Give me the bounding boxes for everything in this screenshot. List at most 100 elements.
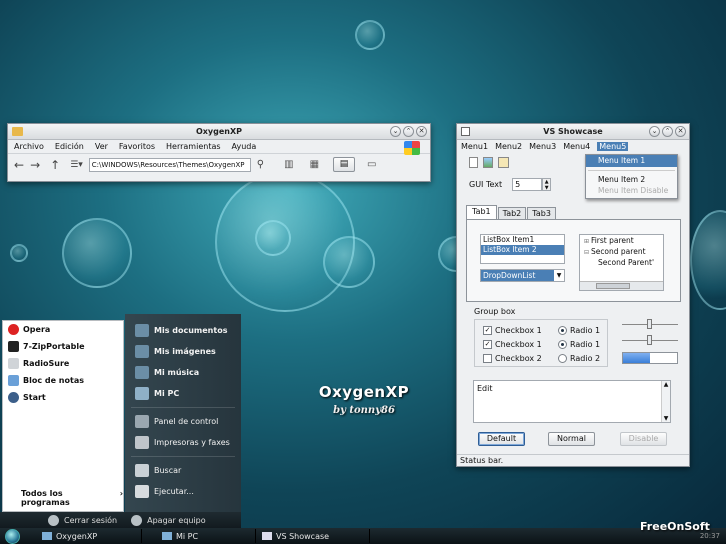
place-impresoras[interactable]: Impresoras y faxes — [125, 432, 241, 453]
checkbox-unchecked[interactable] — [483, 353, 492, 363]
tree-node[interactable]: ⊞ First parent — [580, 235, 663, 246]
textarea-scrollbar[interactable]: ▲ ▼ — [661, 381, 670, 422]
scroll-up-icon[interactable]: ▲ — [662, 381, 670, 388]
place-ejecutar[interactable]: Ejecutar... — [125, 481, 241, 502]
views-icon[interactable]: ☰▾ — [70, 160, 83, 170]
radio-row[interactable]: Radio 2 — [558, 351, 600, 365]
back-icon[interactable]: ← — [14, 158, 24, 172]
tree-scrollbar[interactable] — [580, 281, 663, 290]
task-mi-pc[interactable]: Mi PC — [142, 529, 256, 543]
spinner-arrows-icon[interactable]: ▲ ▼ — [542, 178, 552, 191]
expand-icon[interactable]: ⊞ — [584, 238, 591, 245]
menu2[interactable]: Menu2 — [495, 142, 522, 151]
menu-item-2[interactable]: Menu Item 2 — [586, 174, 677, 185]
up-icon[interactable]: ↑ — [50, 158, 60, 172]
task-oxygenxp[interactable]: OxygenXP — [36, 529, 142, 543]
listbox-item-1[interactable]: ListBox Item1 — [481, 235, 564, 245]
menu-favoritos[interactable]: Favoritos — [119, 142, 155, 151]
menu-item-1[interactable]: Menu Item 1 — [586, 155, 677, 167]
list-view-icon[interactable]: ▭ — [367, 159, 376, 170]
scroll-thumb[interactable] — [596, 283, 630, 289]
forward-icon[interactable]: → — [30, 158, 40, 172]
radio-unselected[interactable] — [558, 353, 567, 363]
dropdown-list[interactable]: DropDownList ▼ — [480, 269, 565, 282]
address-bar[interactable]: C:\WINDOWS\Resources\Themes\OxygenXP — [88, 157, 251, 172]
tab-3[interactable]: Tab3 — [527, 207, 556, 219]
chevron-down-icon[interactable]: ▼ — [554, 270, 564, 281]
menu3[interactable]: Menu3 — [529, 142, 556, 151]
tree-node[interactable]: Second Parent' — [580, 257, 663, 268]
all-programs-button[interactable]: Todos los programas › — [21, 489, 123, 507]
checkbox-row[interactable]: ✓ Checkbox 1 — [483, 337, 542, 351]
checkbox-row[interactable]: ✓ Checkbox 1 — [483, 323, 542, 337]
radio-selected[interactable] — [558, 325, 567, 335]
slider-thumb[interactable] — [647, 319, 652, 329]
place-mis-imagenes[interactable]: Mis imágenes — [125, 341, 241, 362]
program-opera[interactable]: Opera — [3, 321, 123, 338]
menu-edicion[interactable]: Edición — [55, 142, 84, 151]
new-file-icon[interactable] — [469, 157, 478, 168]
maximize-icon[interactable]: ⌃ — [662, 126, 673, 137]
menu4[interactable]: Menu4 — [563, 142, 590, 151]
slider-2[interactable] — [622, 335, 678, 345]
slider-1[interactable] — [622, 319, 678, 329]
radio-selected[interactable] — [558, 339, 567, 349]
place-mi-pc[interactable]: Mi PC — [125, 383, 241, 404]
start-orb-icon[interactable] — [5, 528, 20, 544]
showcase-titlebar[interactable]: VS Showcase ⌄ ⌃ ✕ — [457, 124, 689, 140]
place-label: Mi música — [154, 368, 200, 377]
place-mis-documentos[interactable]: Mis documentos — [125, 320, 241, 341]
place-buscar[interactable]: Buscar — [125, 460, 241, 481]
menu-ayuda[interactable]: Ayuda — [232, 142, 257, 151]
treeview[interactable]: ⊞ First parent ⊟ Second parent Second Pa… — [579, 234, 664, 291]
listbox-item-2[interactable]: ListBox Item 2 — [481, 245, 564, 255]
details-view-icon[interactable]: ▤ — [333, 157, 356, 172]
logoff-button[interactable]: Cerrar sesión — [48, 514, 117, 526]
close-icon[interactable]: ✕ — [416, 126, 427, 137]
radio-row[interactable]: Radio 1 — [558, 323, 600, 337]
checkbox-row[interactable]: Checkbox 2 — [483, 351, 542, 365]
menu-herramientas[interactable]: Herramientas — [166, 142, 221, 151]
minimize-icon[interactable]: ⌄ — [649, 126, 660, 137]
menu-ver[interactable]: Ver — [95, 142, 108, 151]
menu-separator — [588, 170, 675, 171]
menu1[interactable]: Menu1 — [461, 142, 488, 151]
place-mi-musica[interactable]: Mi música — [125, 362, 241, 383]
checkbox-checked[interactable]: ✓ — [483, 325, 492, 335]
panel-icon[interactable]: ▥ — [284, 159, 293, 170]
menu5[interactable]: Menu5 — [597, 142, 629, 151]
close-icon[interactable]: ✕ — [675, 126, 686, 137]
disable-button: Disable — [620, 432, 667, 446]
image-icon[interactable] — [483, 157, 493, 168]
tiles-icon[interactable]: ▦ — [310, 159, 319, 170]
task-vs-showcase[interactable]: VS Showcase — [256, 529, 370, 543]
gui-spinner[interactable]: 5 ▲ ▼ — [512, 178, 552, 191]
radio-row[interactable]: Radio 1 — [558, 337, 600, 351]
tab-2[interactable]: Tab2 — [497, 207, 527, 219]
place-panel-control[interactable]: Panel de control — [125, 411, 241, 432]
shutdown-button[interactable]: Apagar equipo — [131, 514, 206, 526]
normal-button[interactable]: Normal — [548, 432, 595, 446]
copy-icon[interactable] — [498, 157, 509, 168]
gui-spinner-value[interactable]: 5 — [512, 178, 543, 191]
collapse-icon[interactable]: ⊟ — [584, 249, 591, 256]
program-notepad[interactable]: Bloc de notas — [3, 372, 123, 389]
tree-node[interactable]: ⊟ Second parent — [580, 246, 663, 257]
maximize-icon[interactable]: ⌃ — [403, 126, 414, 137]
checkbox-checked[interactable]: ✓ — [483, 339, 492, 349]
scroll-down-icon[interactable]: ▼ — [662, 415, 670, 422]
program-radiosure[interactable]: RadioSure — [3, 355, 123, 372]
help-icon[interactable]: ⌄ — [390, 126, 401, 137]
slider-thumb[interactable] — [647, 335, 652, 345]
explorer-titlebar[interactable]: OxygenXP ⌄ ⌃ ✕ — [8, 124, 430, 140]
edit-textarea[interactable]: Edit ▲ ▼ — [473, 380, 671, 423]
search-icon[interactable]: ⚲ — [257, 159, 264, 170]
program-start[interactable]: Start — [3, 389, 123, 406]
menu-archivo[interactable]: Archivo — [14, 142, 44, 151]
tab-1[interactable]: Tab1 — [466, 205, 497, 219]
program-7zip[interactable]: 7-ZipPortable — [3, 338, 123, 355]
radio-app-icon — [8, 358, 19, 369]
listbox[interactable]: ListBox Item1 ListBox Item 2 — [480, 234, 565, 264]
computer-icon — [135, 387, 149, 400]
default-button[interactable]: Default — [478, 432, 525, 446]
